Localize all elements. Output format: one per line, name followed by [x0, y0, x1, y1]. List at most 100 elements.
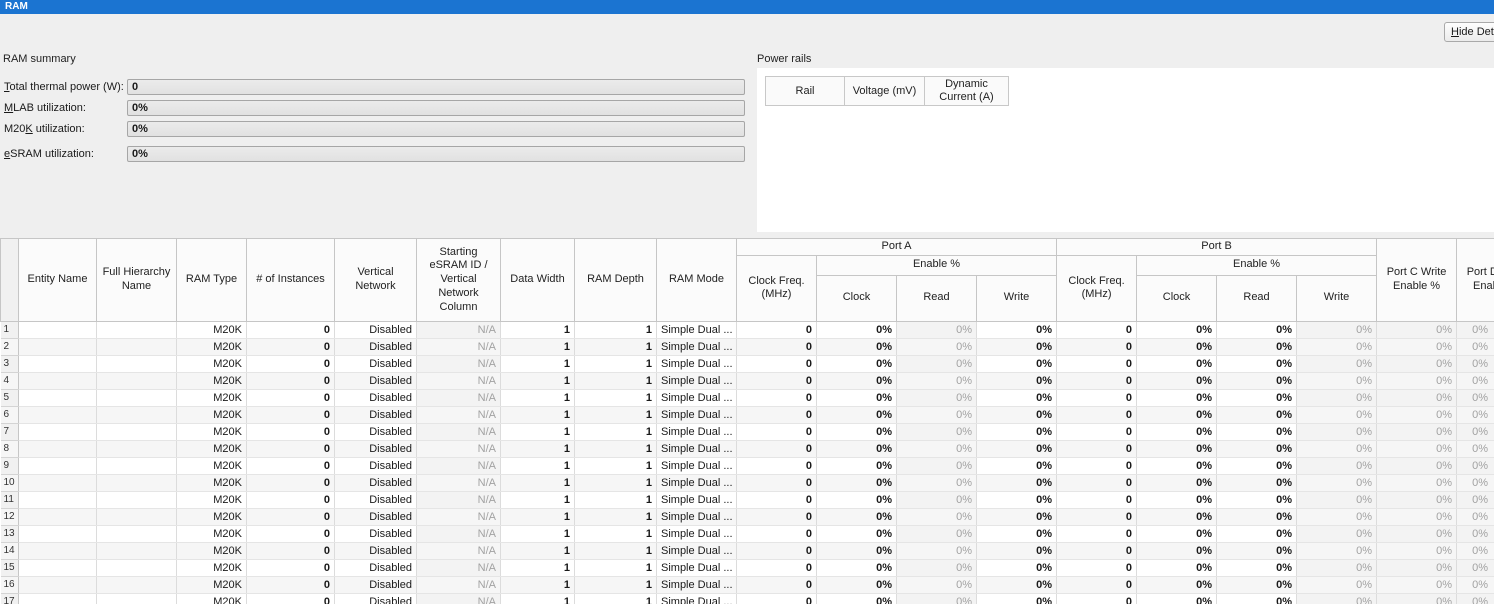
cell-hierarchy-name[interactable] — [97, 355, 177, 372]
row-number[interactable]: 17 — [1, 593, 19, 604]
cell-port-b-clock-freq[interactable]: 0 — [1057, 559, 1137, 576]
cell-port-a-write-enable[interactable]: 0% — [977, 389, 1057, 406]
cell-entity-name[interactable] — [19, 593, 97, 604]
cell-data-width[interactable]: 1 — [501, 338, 575, 355]
cell-vertical-network[interactable]: Disabled — [335, 525, 417, 542]
cell-port-b-clock-enable[interactable]: 0% — [1137, 338, 1217, 355]
cell-entity-name[interactable] — [19, 355, 97, 372]
row-number[interactable]: 1 — [1, 321, 19, 338]
cell-data-width[interactable]: 1 — [501, 423, 575, 440]
cell-data-width[interactable]: 1 — [501, 491, 575, 508]
cell-instances[interactable]: 0 — [247, 338, 335, 355]
cell-ram-type[interactable]: M20K — [177, 338, 247, 355]
cell-entity-name[interactable] — [19, 491, 97, 508]
cell-ram-mode[interactable]: Simple Dual ... — [657, 406, 737, 423]
cell-vertical-network[interactable]: Disabled — [335, 508, 417, 525]
cell-port-b-read-enable[interactable]: 0% — [1217, 542, 1297, 559]
cell-port-a-write-enable[interactable]: 0% — [977, 423, 1057, 440]
cell-port-a-clock-enable[interactable]: 0% — [817, 372, 897, 389]
cell-ram-type[interactable]: M20K — [177, 508, 247, 525]
cell-ram-type[interactable]: M20K — [177, 593, 247, 604]
cell-instances[interactable]: 0 — [247, 321, 335, 338]
cell-port-b-clock-freq[interactable]: 0 — [1057, 457, 1137, 474]
cell-port-b-clock-enable[interactable]: 0% — [1137, 525, 1217, 542]
cell-data-width[interactable]: 1 — [501, 440, 575, 457]
cell-port-b-clock-freq[interactable]: 0 — [1057, 474, 1137, 491]
cell-port-a-clock-enable[interactable]: 0% — [817, 593, 897, 604]
cell-entity-name[interactable] — [19, 321, 97, 338]
cell-hierarchy-name[interactable] — [97, 474, 177, 491]
cell-port-a-clock-freq[interactable]: 0 — [737, 440, 817, 457]
cell-hierarchy-name[interactable] — [97, 338, 177, 355]
cell-port-a-write-enable[interactable]: 0% — [977, 576, 1057, 593]
cell-port-b-clock-freq[interactable]: 0 — [1057, 491, 1137, 508]
cell-data-width[interactable]: 1 — [501, 457, 575, 474]
cell-entity-name[interactable] — [19, 372, 97, 389]
cell-data-width[interactable]: 1 — [501, 389, 575, 406]
cell-ram-type[interactable]: M20K — [177, 576, 247, 593]
cell-port-a-clock-enable[interactable]: 0% — [817, 423, 897, 440]
cell-port-b-clock-enable[interactable]: 0% — [1137, 559, 1217, 576]
cell-port-a-clock-freq[interactable]: 0 — [737, 491, 817, 508]
cell-port-a-clock-enable[interactable]: 0% — [817, 474, 897, 491]
cell-port-b-clock-freq[interactable]: 0 — [1057, 440, 1137, 457]
cell-ram-mode[interactable]: Simple Dual ... — [657, 321, 737, 338]
cell-instances[interactable]: 0 — [247, 406, 335, 423]
cell-hierarchy-name[interactable] — [97, 559, 177, 576]
cell-port-b-read-enable[interactable]: 0% — [1217, 355, 1297, 372]
cell-port-a-clock-enable[interactable]: 0% — [817, 576, 897, 593]
cell-ram-type[interactable]: M20K — [177, 389, 247, 406]
row-number[interactable]: 6 — [1, 406, 19, 423]
cell-port-a-write-enable[interactable]: 0% — [977, 457, 1057, 474]
cell-ram-type[interactable]: M20K — [177, 355, 247, 372]
cell-port-a-clock-freq[interactable]: 0 — [737, 576, 817, 593]
cell-ram-type[interactable]: M20K — [177, 474, 247, 491]
cell-port-a-clock-enable[interactable]: 0% — [817, 542, 897, 559]
cell-ram-mode[interactable]: Simple Dual ... — [657, 423, 737, 440]
cell-entity-name[interactable] — [19, 542, 97, 559]
cell-port-a-clock-enable[interactable]: 0% — [817, 389, 897, 406]
cell-instances[interactable]: 0 — [247, 372, 335, 389]
cell-port-b-clock-freq[interactable]: 0 — [1057, 525, 1137, 542]
cell-port-b-read-enable[interactable]: 0% — [1217, 338, 1297, 355]
cell-port-b-clock-enable[interactable]: 0% — [1137, 372, 1217, 389]
cell-instances[interactable]: 0 — [247, 355, 335, 372]
cell-port-a-clock-enable[interactable]: 0% — [817, 508, 897, 525]
cell-port-a-clock-freq[interactable]: 0 — [737, 457, 817, 474]
cell-port-b-read-enable[interactable]: 0% — [1217, 508, 1297, 525]
cell-port-a-clock-enable[interactable]: 0% — [817, 440, 897, 457]
cell-port-b-clock-enable[interactable]: 0% — [1137, 389, 1217, 406]
cell-ram-mode[interactable]: Simple Dual ... — [657, 440, 737, 457]
cell-ram-type[interactable]: M20K — [177, 457, 247, 474]
cell-hierarchy-name[interactable] — [97, 406, 177, 423]
cell-instances[interactable]: 0 — [247, 389, 335, 406]
cell-ram-mode[interactable]: Simple Dual ... — [657, 525, 737, 542]
cell-port-b-clock-enable[interactable]: 0% — [1137, 355, 1217, 372]
cell-entity-name[interactable] — [19, 338, 97, 355]
cell-port-a-clock-freq[interactable]: 0 — [737, 321, 817, 338]
cell-data-width[interactable]: 1 — [501, 355, 575, 372]
cell-port-a-clock-freq[interactable]: 0 — [737, 338, 817, 355]
cell-hierarchy-name[interactable] — [97, 457, 177, 474]
cell-port-b-clock-freq[interactable]: 0 — [1057, 355, 1137, 372]
cell-port-b-clock-enable[interactable]: 0% — [1137, 423, 1217, 440]
cell-hierarchy-name[interactable] — [97, 542, 177, 559]
row-number[interactable]: 13 — [1, 525, 19, 542]
cell-ram-depth[interactable]: 1 — [575, 338, 657, 355]
cell-vertical-network[interactable]: Disabled — [335, 321, 417, 338]
cell-port-a-clock-freq[interactable]: 0 — [737, 525, 817, 542]
cell-ram-mode[interactable]: Simple Dual ... — [657, 474, 737, 491]
cell-hierarchy-name[interactable] — [97, 576, 177, 593]
cell-port-a-clock-freq[interactable]: 0 — [737, 372, 817, 389]
cell-port-a-write-enable[interactable]: 0% — [977, 559, 1057, 576]
cell-port-a-clock-freq[interactable]: 0 — [737, 593, 817, 604]
cell-port-a-clock-enable[interactable]: 0% — [817, 321, 897, 338]
cell-port-a-write-enable[interactable]: 0% — [977, 440, 1057, 457]
cell-port-a-write-enable[interactable]: 0% — [977, 508, 1057, 525]
cell-entity-name[interactable] — [19, 525, 97, 542]
cell-ram-mode[interactable]: Simple Dual ... — [657, 355, 737, 372]
cell-data-width[interactable]: 1 — [501, 508, 575, 525]
cell-port-b-clock-freq[interactable]: 0 — [1057, 542, 1137, 559]
cell-port-b-read-enable[interactable]: 0% — [1217, 559, 1297, 576]
cell-port-b-read-enable[interactable]: 0% — [1217, 321, 1297, 338]
